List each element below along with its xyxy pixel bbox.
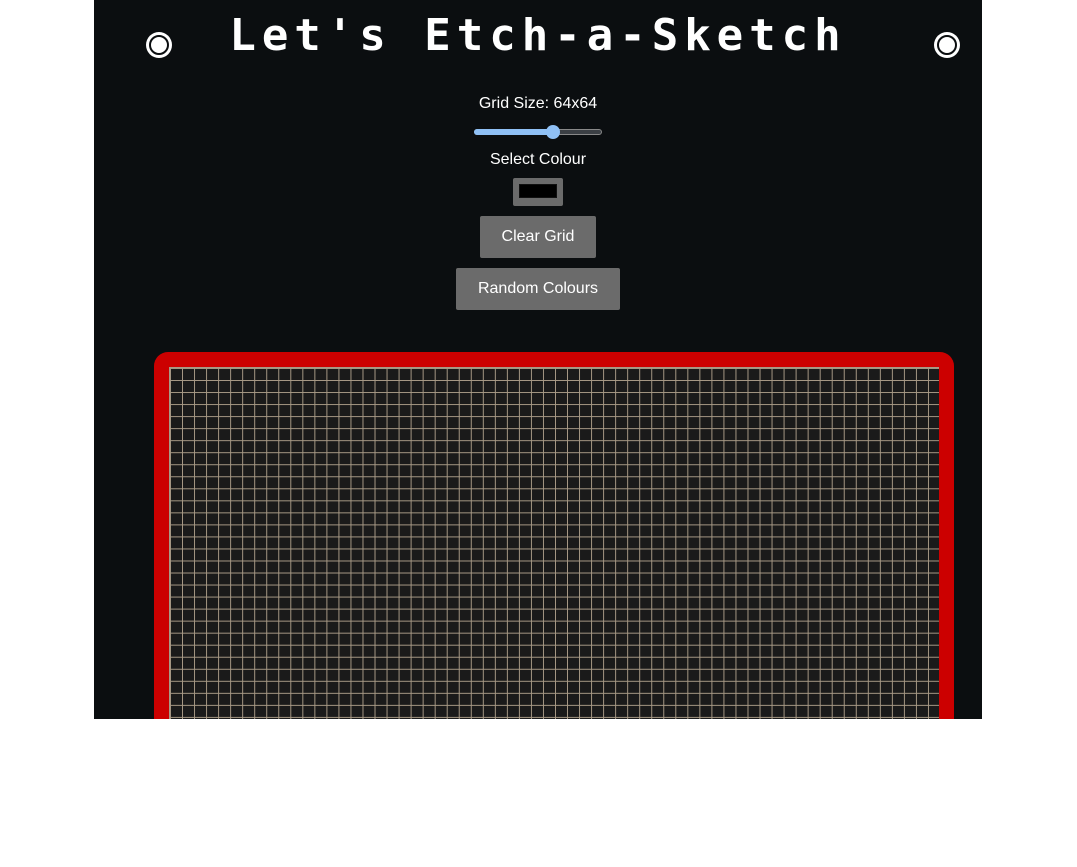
etch-a-sketch-app: Let's Etch-a-Sketch Grid Size: 64x64 Sel… (94, 0, 982, 719)
controls-panel: Grid Size: 64x64 Select Colour Clear Gri… (94, 94, 982, 320)
clear-grid-button[interactable]: Clear Grid (479, 216, 597, 258)
grid-size-slider[interactable] (474, 124, 602, 140)
grid-size-label: Grid Size: 64x64 (478, 95, 598, 112)
right-knob-icon (934, 32, 960, 58)
sketch-frame (154, 352, 954, 719)
sketch-grid[interactable] (169, 367, 939, 719)
select-colour-label: Select Colour (489, 151, 587, 168)
colour-picker[interactable] (513, 178, 563, 206)
slider-fill (474, 129, 553, 135)
page-title: Let's Etch-a-Sketch (229, 10, 847, 61)
colour-swatch (519, 184, 557, 198)
slider-thumb[interactable] (546, 125, 560, 139)
random-colours-button[interactable]: Random Colours (455, 268, 621, 310)
